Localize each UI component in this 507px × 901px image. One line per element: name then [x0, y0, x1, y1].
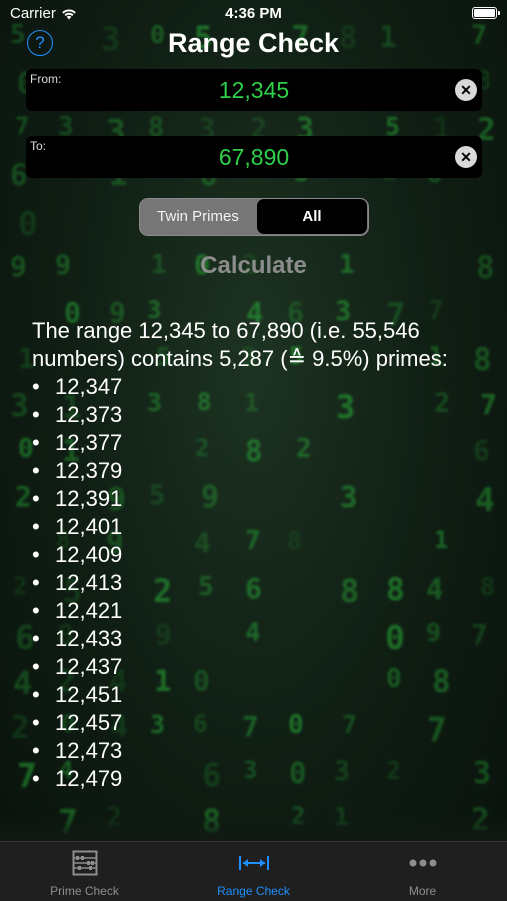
- prime-list-item: • 12,373: [32, 401, 482, 429]
- prime-list-item: • 12,379: [32, 457, 482, 485]
- list-bullet: •: [32, 514, 40, 539]
- tab-range-check[interactable]: Range Check: [169, 842, 338, 901]
- matrix-digit: 7: [15, 112, 30, 140]
- list-bullet: •: [32, 654, 40, 679]
- prime-list-item: • 12,437: [32, 653, 482, 681]
- prime-value: 12,391: [55, 486, 123, 511]
- clear-to-icon[interactable]: ✕: [455, 146, 477, 168]
- prime-value: 12,437: [55, 654, 123, 679]
- prime-value: 12,377: [55, 430, 123, 455]
- prime-list-item: • 12,433: [32, 625, 482, 653]
- page-title: Range Check: [167, 28, 340, 58]
- list-bullet: •: [32, 430, 40, 455]
- matrix-digit: 4: [13, 664, 33, 702]
- list-bullet: •: [32, 542, 40, 567]
- prime-list: • 12,347 • 12,373 • 12,377 • 12,379 • 12,391 • 12,4…: [32, 373, 482, 793]
- from-field[interactable]: From: 12,345 ✕: [26, 69, 482, 111]
- matrix-digit: 7: [480, 388, 497, 421]
- from-value[interactable]: 12,345: [26, 77, 482, 104]
- list-bullet: •: [32, 738, 40, 763]
- matrix-digit: 2: [11, 710, 30, 746]
- status-bar: Carrier 4:36 PM: [0, 0, 507, 28]
- list-bullet: •: [32, 682, 40, 707]
- more-dots-icon: [409, 859, 437, 867]
- matrix-digit: 3: [10, 388, 29, 424]
- segment-twin-primes[interactable]: Twin Primes: [140, 199, 256, 234]
- list-bullet: •: [32, 710, 40, 735]
- prime-list-item: • 12,347: [32, 373, 482, 401]
- tab-range-check-label: Range Check: [217, 884, 290, 898]
- prime-value: 12,473: [55, 738, 123, 763]
- matrix-digit: 8: [480, 572, 496, 601]
- prime-list-item: • 12,377: [32, 429, 482, 457]
- prime-type-segmented-control[interactable]: Twin Primes All: [139, 198, 369, 236]
- to-value[interactable]: 67,890: [26, 144, 482, 171]
- prime-value: 12,347: [55, 374, 123, 399]
- calculate-button[interactable]: Calculate: [0, 252, 507, 280]
- status-time: 4:36 PM: [225, 5, 282, 22]
- prime-list-item: • 12,473: [32, 737, 482, 765]
- prime-value: 12,451: [55, 682, 123, 707]
- list-bullet: •: [32, 626, 40, 651]
- navigation-bar: ? Range Check: [0, 28, 507, 64]
- battery-icon: [472, 7, 500, 19]
- to-field[interactable]: To: 67,890 ✕: [26, 136, 482, 178]
- prime-value: 12,401: [55, 514, 123, 539]
- list-bullet: •: [32, 766, 40, 791]
- segment-all[interactable]: All: [257, 199, 367, 234]
- prime-value: 12,479: [55, 766, 123, 791]
- tab-prime-check-label: Prime Check: [50, 884, 119, 898]
- prime-list-item: • 12,479: [32, 765, 482, 793]
- list-bullet: •: [32, 486, 40, 511]
- prime-value: 12,373: [55, 402, 123, 427]
- prime-value: 12,433: [55, 626, 123, 651]
- range-arrows-icon: [239, 856, 269, 870]
- list-bullet: •: [32, 458, 40, 483]
- prime-list-item: • 12,457: [32, 709, 482, 737]
- prime-list-item: • 12,451: [32, 681, 482, 709]
- prime-list-item: • 12,391: [32, 485, 482, 513]
- prime-list-item: • 12,401: [32, 513, 482, 541]
- tab-more[interactable]: More: [338, 842, 507, 901]
- tab-more-label: More: [408, 884, 437, 898]
- prime-value: 12,409: [55, 542, 123, 567]
- list-fade: [0, 815, 507, 841]
- matrix-digit: 2: [15, 480, 32, 513]
- matrix-digit: 6: [10, 158, 28, 192]
- list-bullet: •: [32, 598, 40, 623]
- prime-value: 12,379: [55, 458, 123, 483]
- list-bullet: •: [32, 374, 40, 399]
- result-area: The range 12,345 to 67,890 (i.e. 55,546 …: [32, 317, 482, 793]
- matrix-digit: 2: [13, 572, 28, 600]
- clear-from-icon[interactable]: ✕: [455, 79, 477, 101]
- list-bullet: •: [32, 570, 40, 595]
- prime-value: 12,457: [55, 710, 123, 735]
- matrix-digit: 0: [18, 204, 38, 243]
- prime-value: 12,421: [55, 598, 123, 623]
- tab-prime-check[interactable]: Prime Check: [0, 842, 169, 901]
- abacus-icon: [72, 850, 98, 876]
- tab-bar: Prime Check Range Check More: [0, 841, 507, 901]
- list-bullet: •: [32, 402, 40, 427]
- prime-list-item: • 12,421: [32, 597, 482, 625]
- result-summary: The range 12,345 to 67,890 (i.e. 55,546 …: [32, 318, 448, 371]
- prime-list-item: • 12,409: [32, 541, 482, 569]
- prime-value: 12,413: [55, 570, 123, 595]
- prime-list-item: • 12,413: [32, 569, 482, 597]
